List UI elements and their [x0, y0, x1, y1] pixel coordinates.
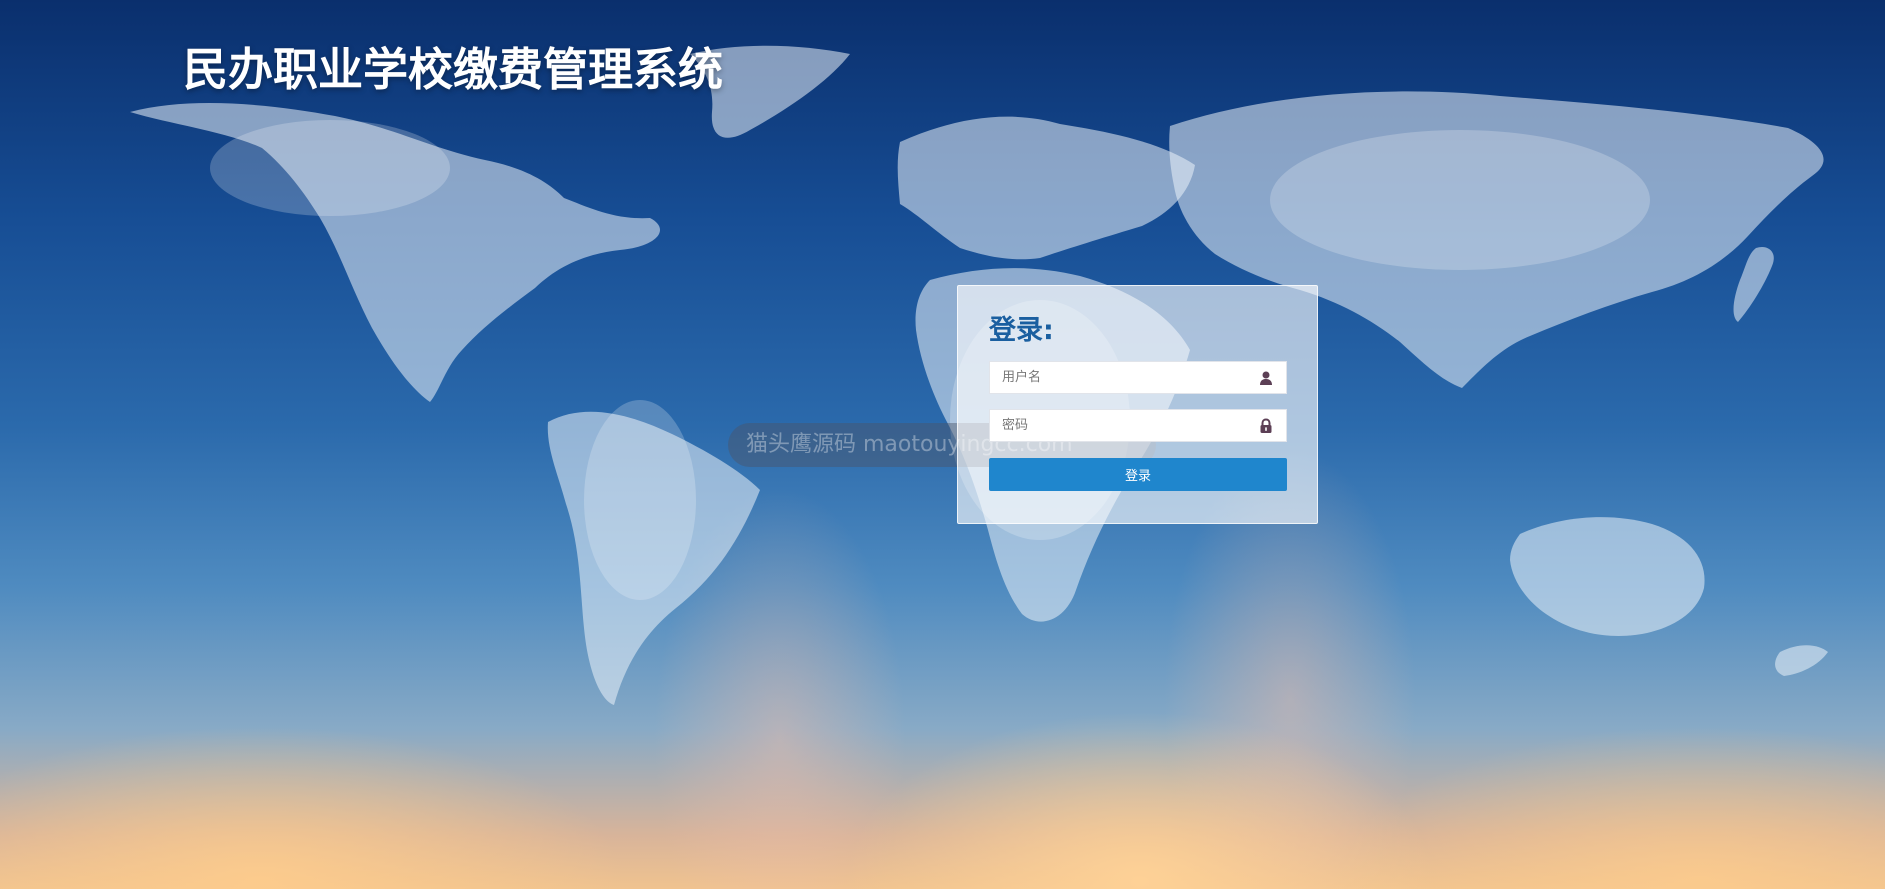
- login-button[interactable]: 登录: [989, 458, 1287, 491]
- australia-shape: [1510, 517, 1705, 636]
- page-title: 民办职业学校缴费管理系统: [183, 43, 724, 96]
- login-form: 登录: 登录: [957, 285, 1318, 524]
- cloud-haze-shape: [584, 400, 696, 600]
- cloud-haze-shape: [1270, 130, 1650, 270]
- new-zealand-shape: [1775, 645, 1828, 676]
- login-title: 登录:: [989, 315, 1054, 346]
- username-field: [989, 361, 1287, 394]
- cloud-haze-shape: [210, 120, 450, 216]
- europe-shape: [897, 116, 1195, 260]
- username-input[interactable]: [990, 362, 1242, 393]
- login-page: 民办职业学校缴费管理系统 猫头鹰源码 maotouyingcc.com 登录: …: [0, 0, 1885, 889]
- password-input[interactable]: [990, 410, 1242, 441]
- japan-islands-shape: [1733, 246, 1774, 322]
- lock-icon: [1260, 418, 1272, 433]
- user-icon: [1260, 371, 1272, 385]
- password-field: [989, 409, 1287, 442]
